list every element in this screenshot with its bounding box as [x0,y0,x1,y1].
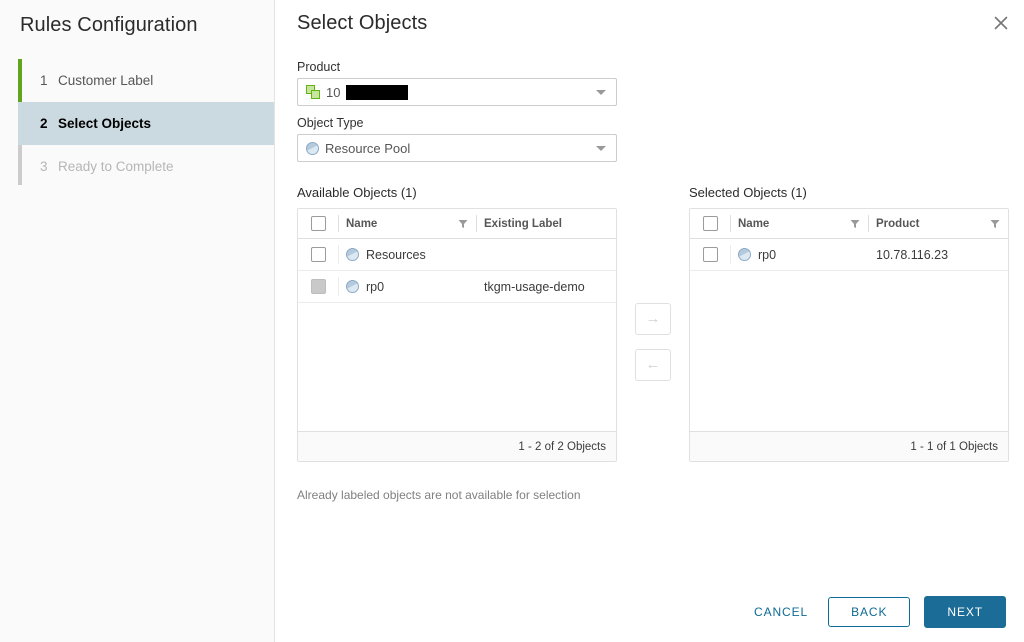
row-name-text: rp0 [758,248,776,262]
row-select-cell[interactable] [690,239,730,270]
filter-icon[interactable] [850,219,860,229]
resource-pool-icon [738,248,751,261]
filter-icon[interactable] [990,219,1000,229]
step-label: Ready to Complete [58,159,174,174]
select-all-header[interactable] [298,209,338,238]
back-button[interactable]: BACK [828,597,910,627]
wizard-steps: 1 Customer Label 2 Select Objects 3 Read… [0,59,274,188]
row-select-cell[interactable] [298,239,338,270]
select-all-header[interactable] [690,209,730,238]
object-type-label: Object Type [297,116,617,130]
column-header-name-label: Name [346,218,377,230]
column-header-name[interactable]: Name [338,209,476,238]
row-name-cell: rp0 [338,271,476,302]
redaction-bar [346,85,408,100]
column-header-existing-label-text: Existing Label [484,218,562,230]
page-title: Select Objects [297,12,427,35]
wizard-sidebar: Rules Configuration 1 Customer Label 2 S… [0,0,275,642]
filter-icon[interactable] [458,219,468,229]
sidebar-step-customer-label[interactable]: 1 Customer Label [18,59,274,102]
row-name-cell: Resources [338,239,476,270]
transfer-lists: Available Objects (1) Name [297,185,1009,462]
column-header-existing-label[interactable]: Existing Label [476,209,616,238]
table-header-row: Name Existing Label [298,209,616,239]
row-select-cell [298,271,338,302]
add-to-selected-button[interactable]: → [635,303,671,335]
transfer-buttons: → ← [617,185,689,381]
next-button[interactable]: NEXT [924,596,1006,628]
product-value-text: 10 [326,85,340,100]
product-select-value: 10 [306,85,596,100]
rules-configuration-wizard: Rules Configuration 1 Customer Label 2 S… [0,0,1024,642]
column-header-product-label: Product [876,218,919,230]
table-row[interactable]: rp0 10.78.116.23 [690,239,1008,271]
available-table-footer: 1 - 2 of 2 Objects [298,431,616,461]
row-name-cell: rp0 [730,239,868,270]
object-type-value-text: Resource Pool [325,141,410,156]
select-all-checkbox[interactable] [703,216,718,231]
selected-objects-heading: Selected Objects (1) [689,185,1009,200]
available-table-body: Resources rp0 [298,239,616,431]
chevron-down-icon [596,90,606,95]
step-label: Customer Label [58,73,153,88]
selected-table-footer: 1 - 1 of 1 Objects [690,431,1008,461]
row-existing-label-cell: tkgm-usage-demo [476,271,616,302]
remove-from-selected-button[interactable]: ← [635,349,671,381]
available-objects-heading: Available Objects (1) [297,185,617,200]
sidebar-step-select-objects[interactable]: 2 Select Objects [18,102,274,145]
column-header-name[interactable]: Name [730,209,868,238]
row-checkbox-disabled [311,279,326,294]
table-row: rp0 tkgm-usage-demo [298,271,616,303]
row-existing-label-cell [476,239,616,270]
available-objects-table: Name Existing Label [297,208,617,462]
object-type-select[interactable]: Resource Pool [297,134,617,162]
wizard-footer: CANCEL BACK NEXT [748,596,1006,628]
available-objects-panel: Available Objects (1) Name [297,185,617,462]
wizard-title: Rules Configuration [0,0,274,37]
product-icon [306,85,320,99]
table-row[interactable]: Resources [298,239,616,271]
close-icon[interactable] [990,12,1012,34]
chevron-down-icon [596,146,606,151]
product-label: Product [297,60,617,74]
row-name-text: Resources [366,248,426,262]
resource-pool-icon [306,142,319,155]
step-number: 3 [40,159,58,174]
selected-objects-panel: Selected Objects (1) Name [689,185,1009,462]
object-type-select-value: Resource Pool [306,141,596,156]
resource-pool-icon [346,280,359,293]
step-label: Select Objects [58,116,151,131]
form-fields: Product 10 Object Type Resource Pool [297,60,617,162]
cancel-button[interactable]: CANCEL [748,597,814,627]
table-header-row: Name Product [690,209,1008,239]
selected-table-body: rp0 10.78.116.23 [690,239,1008,431]
product-select[interactable]: 10 [297,78,617,106]
column-header-product[interactable]: Product [868,209,1008,238]
selection-hint: Already labeled objects are not availabl… [297,488,581,502]
row-name-text: rp0 [366,280,384,294]
row-checkbox[interactable] [311,247,326,262]
column-header-name-label: Name [738,218,769,230]
main-panel: Select Objects Product 10 Object Type [275,0,1024,642]
row-checkbox[interactable] [703,247,718,262]
step-number: 1 [40,73,58,88]
step-number: 2 [40,116,58,131]
select-all-checkbox[interactable] [311,216,326,231]
selected-objects-table: Name Product [689,208,1009,462]
sidebar-step-ready-to-complete: 3 Ready to Complete [18,145,274,188]
resource-pool-icon [346,248,359,261]
row-product-cell: 10.78.116.23 [868,239,1008,270]
